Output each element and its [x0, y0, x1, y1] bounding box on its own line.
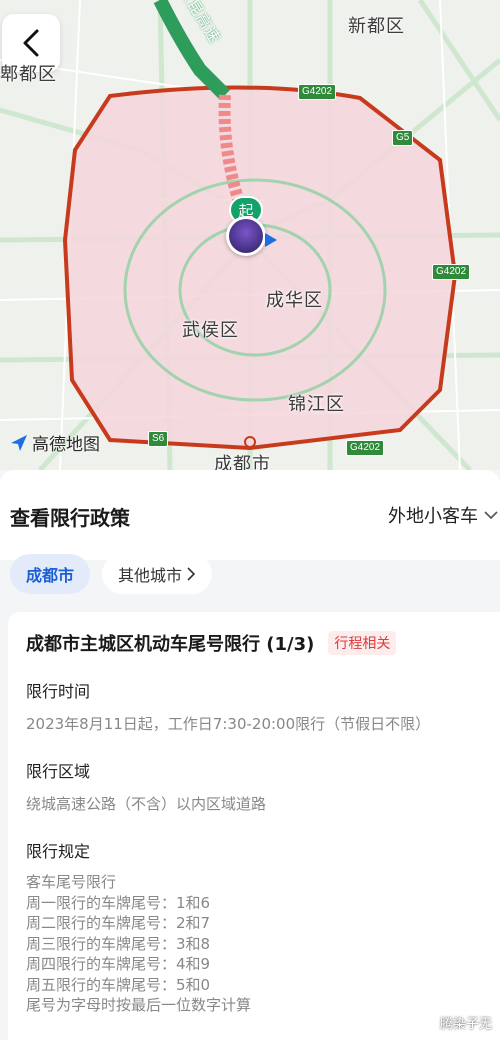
rule-item: 客车尾号限行 — [26, 873, 117, 891]
rule-item: 周一限行的车牌尾号：1和6 — [26, 893, 211, 912]
time-text: 2023年8月11日起，工作日7:30-20:00限行（节假日不限） — [26, 715, 431, 733]
policy-card: 成都市主城区机动车尾号限行 (1/3) 行程相关 限行时间 2023年8月11日… — [8, 612, 500, 1040]
area-heading: 限行区域 — [26, 762, 91, 781]
district-label-xindu: 新都区 — [348, 16, 405, 37]
amap-logo-text: 高德地图 — [32, 435, 100, 455]
watermark-icon — [422, 1015, 436, 1030]
rule-item: 周二限行的车牌尾号：2和7 — [26, 914, 211, 932]
sheet-title: 查看限行政策 — [10, 506, 130, 530]
area-text: 绕城高速公路（不含）以内区域道路 — [26, 795, 267, 813]
user-location-avatar[interactable] — [226, 216, 266, 256]
chevron-right-icon — [187, 567, 196, 581]
rule-item: 周三限行的车牌尾号：3和8 — [26, 934, 211, 953]
district-label-wuhou: 武侯区 — [182, 320, 239, 341]
city-label-chengdu: 成都市 — [214, 454, 271, 470]
watermark: 腾染子无 — [422, 1013, 492, 1032]
rule-heading: 限行规定 — [26, 842, 91, 861]
road-shield-g5: G5 — [392, 130, 414, 146]
time-heading: 限行时间 — [26, 682, 91, 701]
rule-item: 尾号为字母时按最后一位数字计算 — [26, 996, 252, 1014]
district-label-pidu: 郫都区 — [0, 64, 57, 85]
watermark-text: 腾染子无 — [439, 1017, 492, 1032]
amap-logo: 高德地图 — [10, 430, 100, 455]
rule-item: 周四限行的车牌尾号：4和9 — [26, 955, 211, 973]
policy-title: 成都市主城区机动车尾号限行 (1/3) — [26, 634, 315, 655]
chevron-left-icon — [23, 29, 39, 57]
tab-other-cities[interactable]: 其他城市 — [102, 554, 213, 594]
chevron-down-icon — [484, 511, 498, 520]
direction-arrow-icon — [265, 233, 277, 247]
city-tabs: 成都市 其他城市 — [10, 554, 213, 594]
district-label-chenghua: 成华区 — [266, 290, 323, 311]
sheet-header: 查看限行政策 外地小客车 — [0, 470, 500, 560]
amap-logo-icon — [11, 434, 27, 451]
road-shield-g4202: G4202 — [298, 84, 337, 100]
rule-item: 周五限行的车牌尾号：5和0 — [26, 975, 211, 994]
trip-related-badge: 行程相关 — [328, 631, 397, 655]
road-shield-g4202: G4202 — [346, 440, 385, 456]
road-shield-s6: S6 — [148, 431, 169, 447]
vehicle-type-label: 外地小客车 — [388, 506, 478, 527]
rule-list: 客车尾号限行 周一限行的车牌尾号：1和6 周二限行的车牌尾号：2和7 周三限行的… — [26, 872, 482, 1016]
map-view[interactable]: 京昆高速 新都区 郫都区 成华区 武侯区 锦江区 成都市 G4202 G5 G4… — [0, 0, 500, 470]
policy-sheet: 查看限行政策 外地小客车 成都市 其他城市 成都市主城区机动车尾号限行 (1/3… — [0, 470, 500, 1040]
tab-other-cities-label: 其他城市 — [118, 566, 183, 585]
district-label-jinjiang: 锦江区 — [288, 394, 345, 415]
vehicle-type-select[interactable]: 外地小客车 — [388, 502, 498, 528]
road-shield-g4202: G4202 — [432, 264, 471, 280]
tab-chengdu[interactable]: 成都市 — [10, 554, 91, 594]
